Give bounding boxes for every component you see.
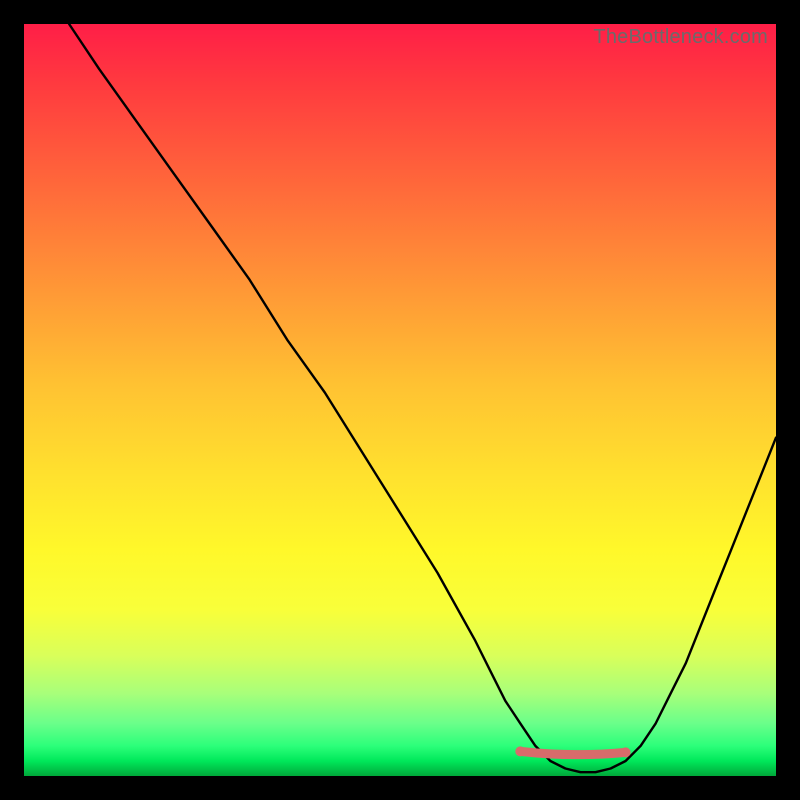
optimal-region-end-dot — [621, 747, 631, 757]
bottleneck-curve — [69, 24, 776, 772]
optimal-region-start-dot — [515, 746, 525, 756]
chart-plot-area: TheBottleneck.com — [24, 24, 776, 776]
chart-svg — [24, 24, 776, 776]
chart-frame: TheBottleneck.com — [0, 0, 800, 800]
optimal-region-marker — [520, 751, 625, 754]
